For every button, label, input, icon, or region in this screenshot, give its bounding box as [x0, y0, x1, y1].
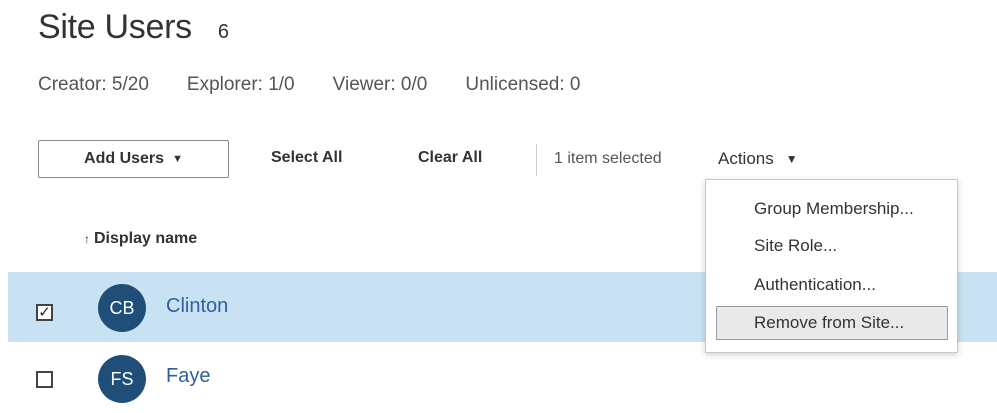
menu-item-label: Remove from Site... [754, 313, 905, 332]
menu-item-authentication[interactable]: Authentication... [754, 275, 876, 295]
avatar-initials: CB [109, 297, 135, 318]
avatar: CB [98, 284, 146, 332]
row-checkbox[interactable]: ✓ [36, 304, 53, 321]
user-count: 6 [217, 21, 229, 43]
column-header-label: Display name [94, 230, 198, 247]
clear-all-button[interactable]: Clear All [418, 149, 482, 167]
sort-ascending-icon: ↑ [84, 232, 90, 246]
column-header-display-name[interactable]: ↑ Display name [84, 230, 197, 248]
toolbar-divider [536, 144, 537, 176]
license-creator: Creator: 5/20 [38, 74, 149, 95]
caret-down-icon: ▼ [172, 153, 183, 165]
actions-dropdown[interactable]: Actions ▼ [718, 149, 798, 169]
page-header: Site Users 6 [38, 8, 229, 47]
license-viewer: Viewer: 0/0 [332, 74, 428, 95]
add-users-button[interactable]: Add Users ▼ [38, 140, 229, 178]
selection-status: 1 item selected [554, 150, 662, 167]
checkmark-icon: ✓ [38, 304, 51, 321]
actions-label: Actions [718, 149, 774, 168]
page-title: Site Users [38, 8, 192, 46]
select-all-button[interactable]: Select All [271, 149, 342, 167]
add-users-label: Add Users [84, 150, 165, 167]
avatar: FS [98, 355, 146, 403]
avatar-initials: FS [110, 368, 134, 389]
license-summary: Creator: 5/20 Explorer: 1/0 Viewer: 0/0 … [38, 74, 618, 96]
user-name-link[interactable]: Faye [166, 365, 210, 388]
toolbar: Add Users ▼ Select All Clear All 1 item … [38, 140, 978, 180]
menu-item-site-role[interactable]: Site Role... [754, 236, 837, 256]
caret-down-icon: ▼ [785, 152, 798, 166]
actions-menu: Group Membership... Site Role... Authent… [705, 179, 958, 353]
menu-item-group-membership[interactable]: Group Membership... [754, 199, 914, 219]
license-explorer: Explorer: 1/0 [186, 74, 295, 95]
menu-item-remove-from-site[interactable]: Remove from Site... [716, 306, 948, 340]
license-unlicensed: Unlicensed: 0 [465, 74, 581, 95]
row-checkbox[interactable] [36, 371, 53, 388]
user-name-link[interactable]: Clinton [166, 295, 228, 318]
